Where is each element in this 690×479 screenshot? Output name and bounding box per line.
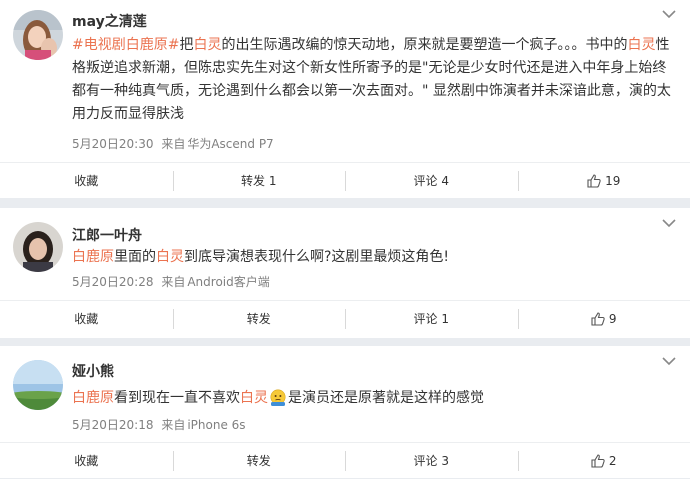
post-meta: 5月20日20:18 来自iPhone 6s: [72, 416, 246, 433]
post-card: 娅小熊 白鹿原看到现在一直不喜欢白灵 是演员还是原著就是这样的感觉 5月20日2…: [0, 346, 690, 478]
keyword-highlight: 白灵: [156, 249, 184, 265]
avatar[interactable]: [13, 222, 63, 272]
chevron-down-icon[interactable]: [662, 218, 676, 228]
post-source: 华为Ascend P7: [187, 137, 273, 151]
action-bar: 收藏 转发 评论 1 9: [0, 300, 690, 337]
post-meta: 5月20日20:28 来自Android客户端: [72, 273, 270, 290]
username[interactable]: may之清莲: [72, 11, 147, 31]
like-button[interactable]: 9: [518, 310, 690, 328]
post-time[interactable]: 5月20日20:30: [72, 137, 154, 151]
post-text: 白鹿原看到现在一直不喜欢白灵 是演员还是原著就是这样的感觉: [72, 387, 678, 410]
chevron-down-icon[interactable]: [662, 9, 676, 19]
action-bar: 收藏 转发 评论 3 2: [0, 442, 690, 479]
keyword-highlight: 白灵: [193, 37, 221, 53]
post-source: iPhone 6s: [187, 418, 245, 432]
comment-button[interactable]: 评论 1: [345, 310, 518, 328]
post-source: Android客户端: [187, 275, 269, 289]
collect-button[interactable]: 收藏: [0, 452, 173, 470]
confused-face-emoji-icon: [269, 389, 287, 407]
keyword-highlight: 白鹿原: [72, 249, 114, 265]
avatar[interactable]: [13, 360, 63, 410]
post-text: #电视剧白鹿原#把白灵的出生际遇改编的惊天动地，原来就是要塑造一个疯子。。。书中…: [72, 34, 678, 126]
chevron-down-icon[interactable]: [662, 356, 676, 366]
action-bar: 收藏 转发 1 评论 4 19: [0, 162, 690, 199]
like-button[interactable]: 19: [518, 172, 690, 190]
avatar[interactable]: [13, 10, 63, 60]
topic-tag[interactable]: #电视剧白鹿原#: [72, 37, 179, 53]
username[interactable]: 娅小熊: [72, 361, 114, 381]
repost-button[interactable]: 转发 1: [173, 172, 346, 190]
thumbs-up-icon: [591, 312, 605, 326]
collect-button[interactable]: 收藏: [0, 172, 173, 190]
username[interactable]: 江郎一叶舟: [72, 225, 142, 245]
post-meta: 5月20日20:30 来自华为Ascend P7: [72, 135, 274, 152]
thumbs-up-icon: [587, 174, 601, 188]
thumbs-up-icon: [591, 454, 605, 468]
like-button[interactable]: 2: [518, 452, 690, 470]
comment-button[interactable]: 评论 3: [345, 452, 518, 470]
keyword-highlight: 白灵: [240, 390, 268, 406]
post-card: may之清莲 #电视剧白鹿原#把白灵的出生际遇改编的惊天动地，原来就是要塑造一个…: [0, 0, 690, 198]
repost-button[interactable]: 转发: [173, 452, 346, 470]
keyword-highlight: 白鹿原: [72, 390, 114, 406]
collect-button[interactable]: 收藏: [0, 310, 173, 328]
repost-button[interactable]: 转发: [173, 310, 346, 328]
post-text: 白鹿原里面的白灵到底导演想表现什么啊?这剧里最烦这角色!: [72, 246, 678, 269]
post-card: 江郎一叶舟 白鹿原里面的白灵到底导演想表现什么啊?这剧里最烦这角色! 5月20日…: [0, 208, 690, 338]
keyword-highlight: 白灵: [627, 37, 655, 53]
comment-button[interactable]: 评论 4: [345, 172, 518, 190]
post-time[interactable]: 5月20日20:28: [72, 275, 154, 289]
post-time[interactable]: 5月20日20:18: [72, 418, 154, 432]
